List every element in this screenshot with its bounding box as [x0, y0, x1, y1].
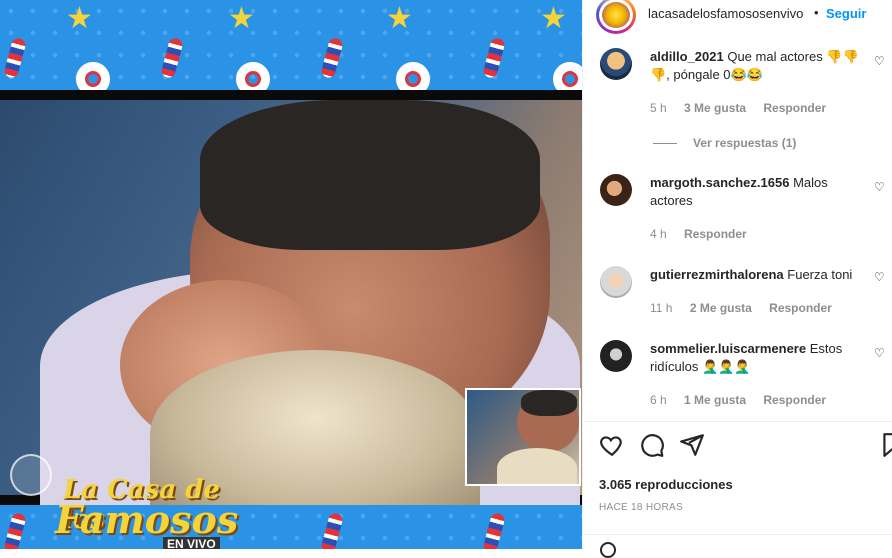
flipflop-icon	[482, 511, 506, 549]
account-avatar[interactable]	[596, 0, 636, 34]
comment-username[interactable]: aldillo_2021	[650, 49, 724, 64]
like-comment-heart-icon[interactable]: ♡	[874, 346, 885, 360]
replies-line	[653, 143, 677, 145]
comment-username[interactable]: sommelier.luiscarmenere	[650, 341, 806, 356]
commenter-avatar[interactable]	[600, 266, 632, 298]
comment-text-block: aldillo_2021 Que mal actores 👎👎👎, póngal…	[650, 48, 862, 84]
reply-button[interactable]: Responder	[684, 227, 747, 241]
post-time: HACE 18 HORAS	[599, 502, 683, 513]
channel-logo-icon	[10, 454, 52, 496]
comment-meta: 11 h 2 Me gusta Responder	[650, 301, 846, 315]
post-actions	[583, 432, 892, 462]
flipflop-icon	[3, 36, 27, 80]
flipflop-icon	[482, 36, 506, 80]
pip-hair	[521, 390, 577, 416]
flipflop-icon	[320, 511, 344, 549]
divider	[583, 534, 892, 535]
star-icon: ★	[66, 2, 93, 35]
comment-username[interactable]: gutierrezmirthalorena	[650, 267, 784, 282]
star-icon: ★	[228, 2, 255, 35]
follow-button[interactable]: Seguir	[826, 6, 866, 21]
show-logo: La Casa de los Famosos EN VIVO	[55, 455, 260, 549]
like-comment-heart-icon[interactable]: ♡	[874, 270, 885, 284]
comment-text-block: gutierrezmirthalorena Fuerza toni	[650, 266, 862, 284]
comment-username[interactable]: margoth.sanchez.1656	[650, 175, 789, 190]
comment-time: 6 h	[650, 393, 667, 407]
logo-line2: Famosos	[55, 497, 239, 542]
comment-icon[interactable]	[639, 432, 665, 458]
heart-icon[interactable]	[599, 432, 625, 458]
top-banner: ★ ★ ★ ★	[0, 0, 582, 96]
flipflop-icon	[3, 511, 27, 549]
comment-likes[interactable]: 3 Me gusta	[684, 101, 746, 115]
scene-hair	[200, 100, 540, 250]
comment-meta: 5 h 3 Me gusta Responder	[650, 101, 840, 115]
logo-line3: EN VIVO	[163, 537, 220, 549]
reply-button[interactable]: Responder	[769, 301, 832, 315]
like-comment-heart-icon[interactable]: ♡	[874, 54, 885, 68]
avatar-inner	[599, 0, 633, 31]
comment-time: 5 h	[650, 101, 667, 115]
comment-text-block: margoth.sanchez.1656 Malos actores	[650, 174, 862, 210]
reply-button[interactable]: Responder	[763, 101, 826, 115]
post-header: lacasadelosfamososenvivo • Seguir	[583, 0, 892, 34]
comment-meta: 4 h Responder	[650, 227, 761, 241]
comments-list[interactable]: aldillo_2021 Que mal actores 👎👎👎, póngal…	[583, 40, 892, 420]
account-username[interactable]: lacasadelosfamososenvivo	[648, 6, 818, 21]
picture-in-picture	[465, 388, 581, 486]
like-comment-heart-icon[interactable]: ♡	[874, 180, 885, 194]
share-icon[interactable]	[679, 432, 705, 458]
flipflop-icon	[160, 36, 184, 80]
commenter-avatar[interactable]	[600, 48, 632, 80]
divider	[583, 421, 892, 422]
comment-meta: 6 h 1 Me gusta Responder	[650, 393, 840, 407]
views-count[interactable]: 3.065 reproducciones	[599, 477, 733, 492]
pip-blonde	[497, 448, 577, 484]
star-icon: ★	[540, 2, 567, 35]
header-separator: •	[814, 5, 819, 20]
post-panel: lacasadelosfamososenvivo • Seguir aldill…	[582, 0, 892, 558]
view-replies-button[interactable]: Ver respuestas (1)	[653, 136, 796, 150]
view-replies-label: Ver respuestas (1)	[693, 136, 797, 150]
comment-text: Fuerza toni	[787, 267, 853, 282]
star-icon: ★	[386, 2, 413, 35]
comment-likes[interactable]: 2 Me gusta	[690, 301, 752, 315]
avatar-image	[602, 2, 630, 28]
commenter-avatar[interactable]	[600, 340, 632, 372]
reply-button[interactable]: Responder	[763, 393, 826, 407]
comment-time: 11 h	[650, 301, 673, 315]
emoji-icon[interactable]	[600, 542, 616, 558]
bookmark-icon[interactable]	[879, 432, 892, 458]
post-media[interactable]: ★ ★ ★ ★ La Casa de los Famosos EN VIVO	[0, 0, 582, 549]
comment-text-block: sommelier.luiscarmenere Estos ridículos …	[650, 340, 862, 376]
comment-likes[interactable]: 1 Me gusta	[684, 393, 746, 407]
comment-time: 4 h	[650, 227, 667, 241]
flipflop-icon	[320, 36, 344, 80]
commenter-avatar[interactable]	[600, 174, 632, 206]
